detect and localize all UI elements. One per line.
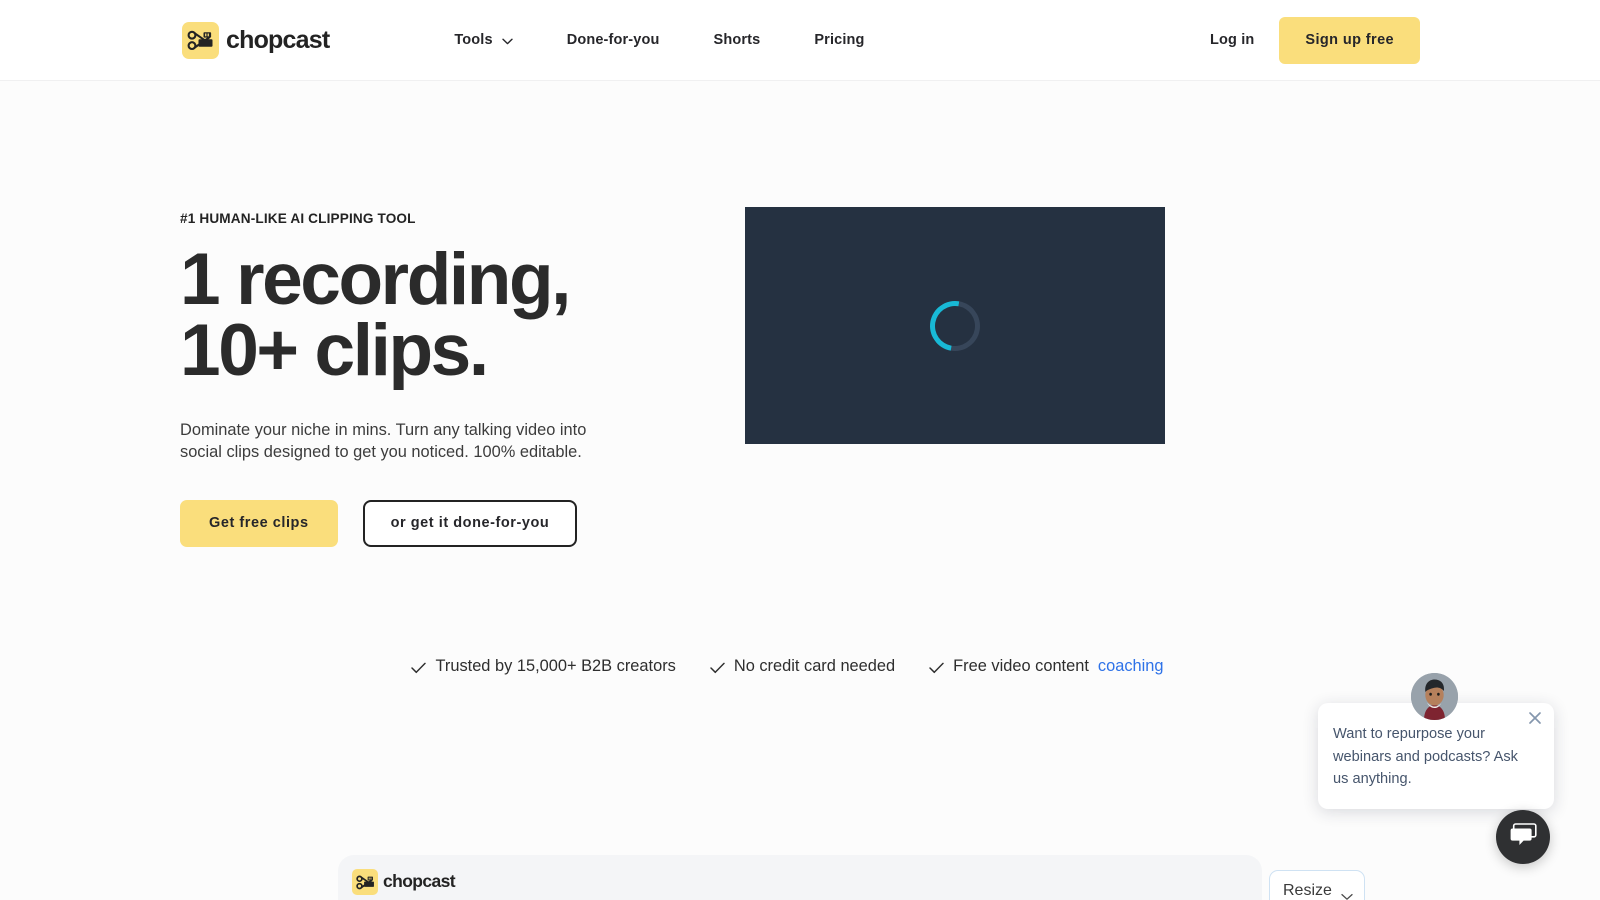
scissors-film-icon [182, 21, 219, 59]
scissors-film-icon [352, 869, 378, 895]
nav-label-done-for-you: Done-for-you [566, 32, 660, 48]
agent-avatar [1411, 673, 1458, 720]
trust-label-no-card: No credit card needed [733, 656, 896, 675]
get-free-clips-button[interactable]: Get free clips [180, 499, 338, 547]
chevron-down-icon [1341, 888, 1353, 900]
chat-launcher-button[interactable] [1496, 810, 1550, 864]
done-for-you-button[interactable]: or get it done-for-you [362, 499, 578, 547]
chat-bubbles-icon [1510, 822, 1537, 852]
chevron-down-icon [502, 38, 513, 45]
main-nav: Tools Done-for-you Shorts Pricing [454, 32, 864, 48]
resize-label: Resize [1283, 882, 1332, 899]
check-icon [929, 660, 944, 674]
resize-dropdown[interactable]: Resize [1269, 870, 1365, 900]
nav-label-tools: Tools [454, 32, 493, 48]
hero-video-player[interactable] [745, 207, 1165, 444]
nav-label-shorts: Shorts [713, 32, 761, 48]
header-actions: Log in Sign up free [1210, 16, 1420, 64]
nav-item-tools[interactable]: Tools [454, 32, 513, 48]
hero-cta-row: Get free clips or get it done-for-you [180, 499, 660, 547]
hero-title-line-1: 1 recording, [180, 239, 571, 320]
trust-label-creators: Trusted by 15,000+ B2B creators [435, 656, 676, 675]
coaching-link[interactable]: coaching [1098, 657, 1164, 676]
page-title: 1 recording, 10+ clips. [180, 243, 660, 387]
check-icon [411, 660, 427, 674]
login-link[interactable]: Log in [1210, 32, 1254, 48]
signup-button[interactable]: Sign up free [1279, 16, 1420, 64]
trust-row: Trusted by 15,000+ B2B creators No credi… [0, 657, 1600, 676]
chat-message-text: Want to repurpose your webinars and podc… [1333, 726, 1518, 788]
showcase-brand-name: chopcast [383, 871, 456, 892]
hero-section: #1 HUMAN-LIKE AI CLIPPING TOOL 1 recordi… [0, 81, 1600, 676]
brand-logo[interactable]: chopcast [182, 21, 330, 59]
nav-label-pricing: Pricing [814, 32, 865, 48]
loading-spinner-icon [920, 290, 990, 361]
hero-eyebrow: #1 HUMAN-LIKE AI CLIPPING TOOL [180, 211, 416, 226]
header-inner: chopcast Tools Done-for-you Shorts Prici… [0, 16, 1600, 64]
nav-item-pricing[interactable]: Pricing [814, 32, 864, 48]
hero-copy: #1 HUMAN-LIKE AI CLIPPING TOOL 1 recordi… [180, 207, 660, 547]
trust-label-coaching: Free video content [953, 656, 1089, 675]
check-icon [710, 660, 725, 674]
trust-item-no-card: No credit card needed [710, 657, 895, 676]
close-icon[interactable] [1524, 707, 1546, 729]
nav-item-done-for-you[interactable]: Done-for-you [567, 32, 660, 48]
trust-item-creators: Trusted by 15,000+ B2B creators [411, 656, 676, 676]
brand-name: chopcast [226, 25, 330, 54]
trust-item-coaching: Free video content coaching [929, 656, 1164, 676]
nav-item-shorts[interactable]: Shorts [714, 32, 761, 48]
hero-title-line-2: 10+ clips. [180, 309, 489, 391]
showcase-brand: chopcast [352, 869, 1262, 895]
hero-inner: #1 HUMAN-LIKE AI CLIPPING TOOL 1 recordi… [0, 207, 1600, 547]
hero-subtitle: Dominate your niche in mins. Turn any ta… [180, 420, 587, 462]
site-header: chopcast Tools Done-for-you Shorts Prici… [0, 0, 1600, 81]
showcase-panel: chopcast Resize [338, 855, 1365, 900]
